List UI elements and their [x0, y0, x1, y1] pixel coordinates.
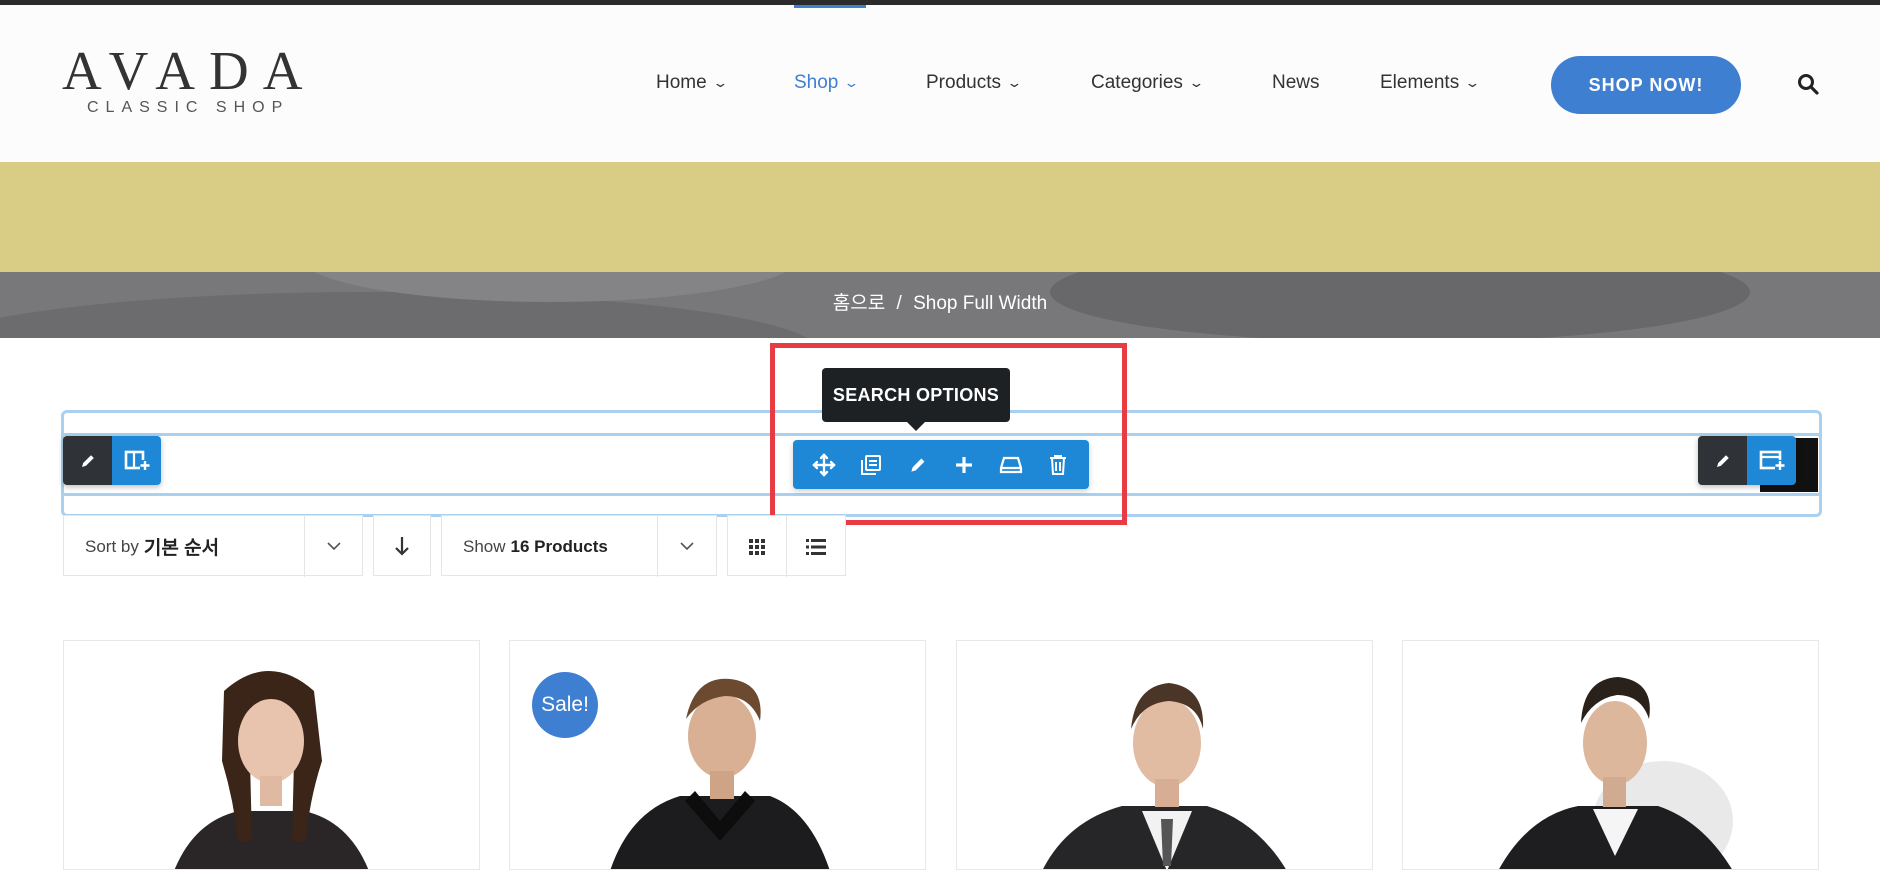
pencil-icon[interactable]: [63, 436, 112, 485]
show-label: Show 16 Products: [463, 516, 608, 577]
container-toolbar-left: [63, 436, 161, 485]
sort-dropdown[interactable]: Sort by 기본 순서: [63, 515, 363, 577]
add-container-icon[interactable]: [1747, 436, 1796, 485]
page-title-banner: [0, 162, 1880, 272]
chevron-down-icon: ⌄: [1006, 75, 1023, 90]
nav-categories[interactable]: Categories ⌄: [1091, 72, 1205, 94]
sort-direction-button[interactable]: [373, 515, 431, 576]
product-image: [1499, 677, 1733, 869]
view-toggle: [727, 515, 846, 577]
nav-products-label: Products: [926, 72, 1001, 93]
highlight-box: [770, 343, 1127, 525]
show-prefix: Show: [463, 536, 506, 556]
show-value: 16 Products: [510, 536, 608, 556]
nav-news[interactable]: News: [1272, 72, 1320, 94]
product-image: [1043, 683, 1286, 869]
active-menu-indicator: [794, 5, 866, 8]
sale-badge: Sale!: [532, 672, 598, 738]
breadcrumb: 홈으로 / Shop Full Width: [0, 290, 1880, 318]
breadcrumb-separator: /: [896, 293, 902, 314]
search-icon[interactable]: [1797, 73, 1819, 95]
logo[interactable]: AVADA: [62, 40, 316, 102]
product-card[interactable]: [956, 640, 1373, 870]
arrow-down-icon: [395, 536, 409, 556]
chevron-down-icon: [324, 536, 344, 556]
nav-products[interactable]: Products ⌄: [926, 72, 1023, 94]
nav-elements[interactable]: Elements ⌄: [1380, 72, 1481, 94]
chevron-down-icon: ⌄: [1464, 75, 1481, 90]
breadcrumb-current: Shop Full Width: [913, 293, 1048, 314]
container-toolbar-right: [1698, 436, 1796, 485]
logo-tagline: CLASSIC SHOP: [87, 99, 290, 116]
nav-categories-label: Categories: [1091, 72, 1183, 93]
chevron-down-icon: ⌄: [843, 75, 861, 90]
shop-now-button[interactable]: SHOP NOW!: [1551, 56, 1741, 114]
nav-shop-label: Shop: [794, 72, 839, 93]
nav-home-label: Home: [656, 72, 707, 93]
chevron-down-icon: ⌄: [711, 75, 729, 90]
nav-shop[interactable]: Shop ⌄: [794, 72, 861, 94]
dropdown-divider: [304, 516, 305, 577]
pencil-icon[interactable]: [1698, 436, 1747, 485]
sort-value: 기본 순서: [143, 538, 220, 559]
list-view-icon[interactable]: [787, 516, 845, 577]
product-card[interactable]: [1402, 640, 1819, 870]
chevron-down-icon: [677, 536, 697, 556]
dropdown-divider: [657, 516, 658, 577]
nav-home[interactable]: Home ⌄: [656, 72, 729, 94]
sort-label: Sort by 기본 순서: [85, 516, 219, 577]
sort-prefix: Sort by: [85, 536, 139, 556]
show-count-dropdown[interactable]: Show 16 Products: [441, 515, 717, 577]
breadcrumb-home-link[interactable]: 홈으로: [833, 293, 885, 314]
product-image: [174, 671, 369, 869]
product-card[interactable]: [63, 640, 480, 870]
nav-news-label: News: [1272, 72, 1320, 93]
nav-elements-label: Elements: [1380, 72, 1460, 93]
add-container-icon[interactable]: [112, 436, 161, 485]
grid-view-icon[interactable]: [728, 516, 787, 577]
chevron-down-icon: ⌄: [1188, 75, 1205, 90]
